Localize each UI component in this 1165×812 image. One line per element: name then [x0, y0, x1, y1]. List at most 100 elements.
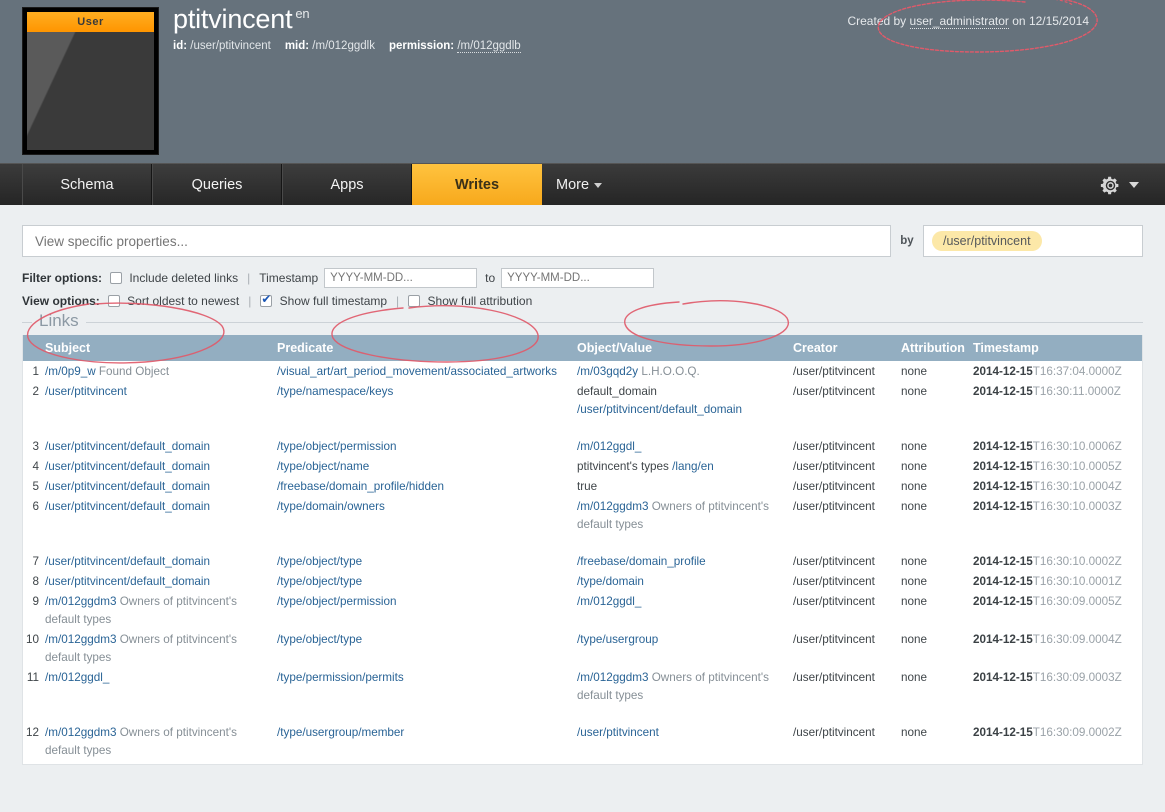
- object-link[interactable]: /m/012ggdl_: [577, 595, 641, 608]
- table-row[interactable]: 4/user/ptitvincent/default_domain/type/o…: [23, 457, 1142, 477]
- object-link[interactable]: /freebase/domain_profile: [577, 555, 706, 568]
- column-header-subject[interactable]: Subject: [45, 335, 277, 362]
- cell-creator[interactable]: /user/ptitvincent: [793, 668, 901, 706]
- cell-creator[interactable]: /user/ptitvincent: [793, 497, 901, 535]
- tab-writes[interactable]: Writes: [412, 164, 542, 215]
- timestamp-date: 2014-12-15: [973, 500, 1033, 513]
- tab-apps[interactable]: Apps: [282, 164, 412, 206]
- table-row[interactable]: 8/user/ptitvincent/default_domain/type/o…: [23, 572, 1142, 592]
- table-row[interactable]: 11/m/012ggdl_ /type/permission/permits/m/…: [23, 668, 1142, 706]
- object-link[interactable]: /user/ptitvincent: [577, 726, 659, 739]
- predicate-link[interactable]: /type/namespace/keys: [277, 385, 393, 398]
- column-header-attribution[interactable]: Attribution: [901, 335, 973, 362]
- tab-queries[interactable]: Queries: [152, 164, 282, 206]
- table-row[interactable]: 7/user/ptitvincent/default_domain/type/o…: [23, 552, 1142, 572]
- entity-thumbnail[interactable]: User: [22, 7, 159, 155]
- predicate-link[interactable]: /type/permission/permits: [277, 671, 404, 684]
- table-row[interactable]: 9/m/012ggdm3 Owners of ptitvincent's def…: [23, 592, 1142, 630]
- object-link[interactable]: /m/012ggdm3: [577, 500, 648, 513]
- row-index: 7: [32, 555, 39, 568]
- object-link[interactable]: /type/domain: [577, 575, 644, 588]
- cell-creator[interactable]: /user/ptitvincent: [793, 630, 901, 668]
- show-full-timestamp-option[interactable]: Show full timestamp: [260, 292, 387, 308]
- cell-creator[interactable]: /user/ptitvincent: [793, 592, 901, 630]
- table-row[interactable]: 5/user/ptitvincent/default_domain/freeba…: [23, 477, 1142, 497]
- object-link[interactable]: /m/012ggdl_: [577, 440, 641, 453]
- subject-link[interactable]: /user/ptitvincent/default_domain: [45, 440, 210, 453]
- object-link[interactable]: /m/03gqd2y: [577, 365, 638, 378]
- cell-creator[interactable]: /user/ptitvincent: [793, 382, 901, 420]
- nav-more-menu[interactable]: More: [542, 164, 616, 206]
- predicate-link[interactable]: /type/object/permission: [277, 440, 397, 453]
- subject-link[interactable]: /m/012ggdm3: [45, 764, 116, 765]
- sort-oldest-option[interactable]: Sort oldest to newest: [107, 294, 239, 308]
- cell-creator[interactable]: /user/ptitvincent: [793, 572, 901, 592]
- by-filter-box[interactable]: /user/ptitvincent: [923, 225, 1143, 257]
- tab-schema[interactable]: Schema: [22, 164, 152, 206]
- cell-creator[interactable]: /user/ptitvincent: [793, 723, 901, 761]
- table-row[interactable]: 10/m/012ggdm3 Owners of ptitvincent's de…: [23, 630, 1142, 668]
- cell-creator[interactable]: /user/ptitvincent: [793, 552, 901, 572]
- column-header-creator[interactable]: Creator: [793, 335, 901, 362]
- cell-predicate: /type/usergroup/member: [277, 723, 577, 761]
- sort-oldest-checkbox[interactable]: [107, 295, 120, 307]
- include-deleted-links-option[interactable]: Include deleted links: [110, 271, 238, 285]
- predicate-link[interactable]: /type/domain/owners: [277, 500, 385, 513]
- settings-menu[interactable]: [1100, 164, 1139, 206]
- search-input[interactable]: [22, 225, 891, 257]
- show-full-timestamp-checkbox[interactable]: [260, 292, 273, 307]
- filter-panel: by /user/ptitvincent Filter options: Inc…: [0, 205, 1165, 308]
- include-deleted-links-checkbox[interactable]: [110, 272, 122, 284]
- table-row[interactable]: 2/user/ptitvincent/type/namespace/keys de…: [23, 382, 1142, 420]
- links-table-body: 1/m/0p9_w Found Object/visual_art/art_pe…: [23, 362, 1142, 765]
- subject-link[interactable]: /m/012ggdl_: [45, 671, 109, 684]
- timestamp-to-input[interactable]: [501, 268, 655, 288]
- object-link[interactable]: /m/012ggdm3: [577, 671, 648, 684]
- subject-link[interactable]: /user/ptitvincent/default_domain: [45, 480, 210, 493]
- subject-link[interactable]: /m/012ggdm3: [45, 633, 116, 646]
- predicate-link[interactable]: /freebase/domain_profile/hidden: [277, 480, 444, 493]
- predicate-link[interactable]: /type/object/type: [277, 575, 362, 588]
- table-row[interactable]: 6/user/ptitvincent/default_domain/type/d…: [23, 497, 1142, 535]
- cell-creator[interactable]: /user/ptitvincent: [793, 362, 901, 383]
- column-header-index[interactable]: [23, 335, 45, 362]
- predicate-link[interactable]: /type/usergroup/member: [277, 726, 404, 739]
- links-table-container[interactable]: Subject Predicate Object/Value Creator A…: [22, 335, 1143, 765]
- subject-link[interactable]: /m/0p9_w: [45, 365, 96, 378]
- subject-link[interactable]: /user/ptitvincent: [45, 385, 127, 398]
- table-row[interactable]: 3/user/ptitvincent/default_domain/type/o…: [23, 437, 1142, 457]
- cell-object-value: /m/012ggdl_: [577, 592, 793, 630]
- predicate-link[interactable]: /type/object/name: [277, 764, 369, 765]
- subject-link[interactable]: /m/012ggdm3: [45, 726, 116, 739]
- links-box: Subject Predicate Object/Value Creator A…: [22, 322, 1143, 765]
- cell-creator[interactable]: /user/ptitvincent: [793, 477, 901, 497]
- cell-creator[interactable]: /user/ptitvincent: [793, 761, 901, 764]
- column-header-timestamp[interactable]: Timestamp: [973, 335, 1142, 362]
- predicate-link[interactable]: /visual_art/art_period_movement/associat…: [277, 365, 557, 378]
- cell-creator[interactable]: /user/ptitvincent: [793, 437, 901, 457]
- subject-link[interactable]: /user/ptitvincent/default_domain: [45, 460, 210, 473]
- table-row[interactable]: 1/m/0p9_w Found Object/visual_art/art_pe…: [23, 362, 1142, 383]
- show-full-attribution-option[interactable]: Show full attribution: [408, 294, 532, 308]
- object-secondary-link[interactable]: /lang/en: [672, 460, 714, 473]
- predicate-link[interactable]: /type/object/name: [277, 460, 369, 473]
- permission-value-link[interactable]: /m/012ggdlb: [457, 40, 521, 53]
- table-row[interactable]: 13/m/012ggdm3 Owners of ptitvincent's de…: [23, 761, 1142, 765]
- object-link[interactable]: /type/usergroup: [577, 633, 658, 646]
- show-full-attribution-checkbox[interactable]: [408, 295, 421, 307]
- column-header-predicate[interactable]: Predicate: [277, 335, 577, 362]
- column-header-object-value[interactable]: Object/Value: [577, 335, 793, 362]
- subject-link[interactable]: /user/ptitvincent/default_domain: [45, 575, 210, 588]
- subject-link[interactable]: /user/ptitvincent/default_domain: [45, 500, 210, 513]
- predicate-link[interactable]: /type/object/type: [277, 555, 362, 568]
- timestamp-from-input[interactable]: [324, 268, 478, 288]
- predicate-link[interactable]: /type/object/permission: [277, 595, 397, 608]
- by-user-chip[interactable]: /user/ptitvincent: [932, 231, 1042, 251]
- subject-link[interactable]: /user/ptitvincent/default_domain: [45, 555, 210, 568]
- cell-creator[interactable]: /user/ptitvincent: [793, 457, 901, 477]
- object-secondary-link[interactable]: /user/ptitvincent/default_domain: [577, 403, 742, 416]
- table-row[interactable]: 12/m/012ggdm3 Owners of ptitvincent's de…: [23, 723, 1142, 761]
- predicate-link[interactable]: /type/object/type: [277, 633, 362, 646]
- created-by-user-link[interactable]: user_administrator: [909, 14, 1009, 29]
- subject-link[interactable]: /m/012ggdm3: [45, 595, 116, 608]
